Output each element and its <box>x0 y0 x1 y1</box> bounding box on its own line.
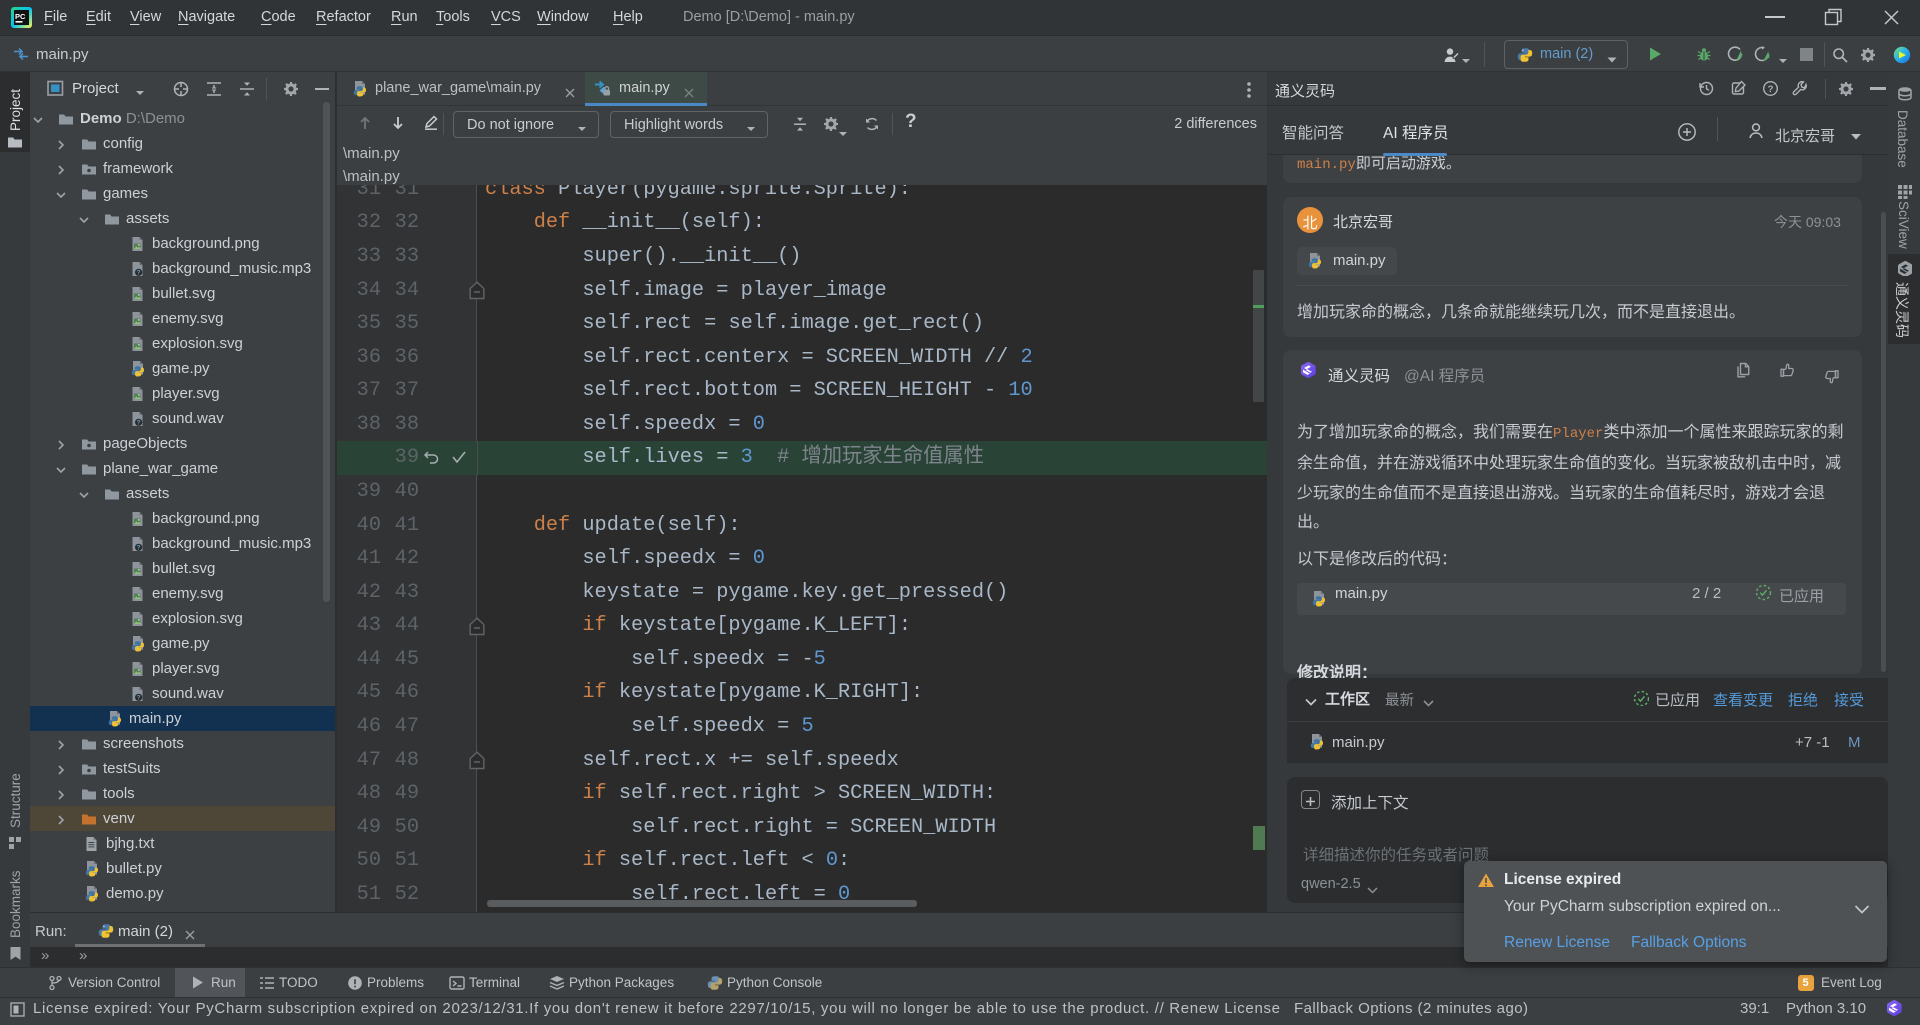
svg-text:?: ? <box>1768 84 1774 95</box>
svg-text:?: ? <box>137 695 141 702</box>
svg-text:PC: PC <box>15 12 26 21</box>
svg-text:?: ? <box>137 420 141 427</box>
svg-text:?: ? <box>137 545 141 552</box>
svg-text:?: ? <box>137 270 141 277</box>
